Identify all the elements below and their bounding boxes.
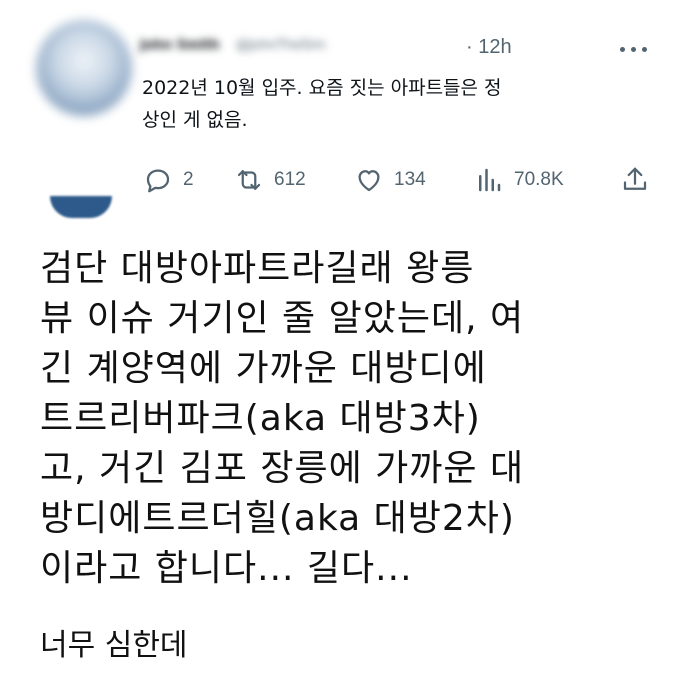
tweet-actions: 2 612 134 70.8K xyxy=(0,160,697,200)
views-count: 70.8K xyxy=(514,169,564,190)
comment-line: 고, 거긴 김포 장릉에 가까운 대 xyxy=(40,448,525,489)
author-info[interactable]: John Smith @JohnTheSim xyxy=(140,38,460,56)
author-name[interactable]: John Smith xyxy=(140,38,220,53)
comment-line: 이라고 합니다... 길다... xyxy=(40,548,413,589)
timestamp[interactable]: · 12h xyxy=(466,36,512,59)
like-button[interactable]: 134 xyxy=(354,160,426,200)
share-button[interactable] xyxy=(620,160,650,200)
more-dot xyxy=(642,46,647,52)
comment-text: 검단 대방아파트라길래 왕릉 뷰 이슈 거기인 줄 알았는데, 여 긴 계양역에… xyxy=(40,244,680,594)
reply-button[interactable]: 2 xyxy=(143,160,194,200)
comment-line: 검단 대방아파트라길래 왕릉 xyxy=(40,248,475,289)
reply-icon xyxy=(146,169,170,193)
comment-line: 뷰 이슈 거기인 줄 알았는데, 여 xyxy=(40,298,525,339)
more-dot xyxy=(620,46,625,52)
avatar[interactable] xyxy=(36,20,132,116)
more-dot xyxy=(631,46,636,52)
tweet-text: 2022년 10월 입주. 요즘 짓는 아파트들은 정 상인 게 없음. xyxy=(142,72,662,136)
tweet-text-line: 2022년 10월 입주. 요즘 짓는 아파트들은 정 xyxy=(142,77,502,99)
tweet-text-line: 상인 게 없음. xyxy=(142,109,248,131)
tweet-card: John Smith @JohnTheSim · 12h 2022년 10월 입… xyxy=(0,0,697,218)
comment-line: 긴 계양역에 가까운 대방디에 xyxy=(40,348,487,389)
comment-line: 방디에트르더힐(aka 대방2차) xyxy=(40,498,515,539)
like-icon xyxy=(358,170,380,192)
reply-count: 2 xyxy=(183,169,194,190)
retweet-count: 612 xyxy=(274,169,306,190)
views-icon xyxy=(479,168,501,192)
author-handle[interactable]: @JohnTheSim xyxy=(236,38,326,53)
retweet-button[interactable]: 612 xyxy=(234,160,306,200)
comment-line: 트르리버파크(aka 대방3차) xyxy=(40,398,481,439)
retweet-icon xyxy=(237,170,261,190)
like-count: 134 xyxy=(394,169,426,190)
more-icon[interactable] xyxy=(620,42,650,56)
share-icon xyxy=(623,167,647,190)
footer-comment: 너무 심한데 xyxy=(40,628,188,663)
views-button[interactable]: 70.8K xyxy=(474,160,564,200)
